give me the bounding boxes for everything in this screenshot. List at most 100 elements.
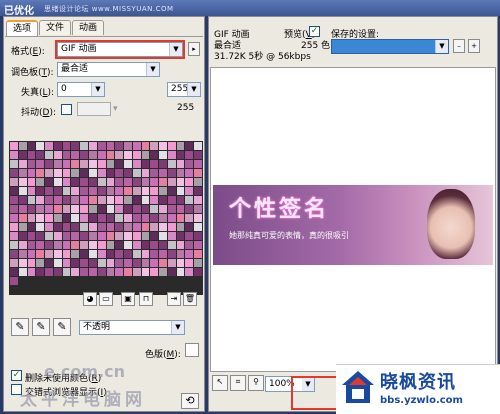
colors-count-dropdown[interactable]: 255 ▼ [167, 82, 201, 97]
palette-swatch[interactable] [159, 178, 167, 186]
palette-swatch[interactable] [53, 142, 62, 150]
palette-swatch[interactable] [115, 241, 124, 249]
palette-swatch[interactable] [141, 223, 150, 231]
palette-swatch[interactable] [45, 187, 53, 195]
palette-swatch[interactable] [167, 205, 176, 213]
palette-swatch[interactable] [62, 196, 71, 204]
palette-swatch[interactable] [36, 160, 45, 168]
palette-swatch[interactable] [10, 178, 18, 186]
palette-swatch[interactable] [150, 187, 159, 195]
palette-swatch[interactable] [10, 160, 18, 168]
palette-swatch[interactable] [71, 250, 80, 258]
palette-swatch[interactable] [53, 187, 62, 195]
palette-swatch[interactable] [80, 178, 88, 186]
palette-swatch[interactable] [167, 187, 176, 195]
palette-swatch[interactable] [132, 160, 141, 168]
palette-swatch[interactable] [185, 178, 194, 186]
palette-swatch[interactable] [132, 151, 141, 159]
palette-swatch[interactable] [97, 205, 106, 213]
palette-swatch[interactable] [106, 259, 115, 267]
palette-swatch[interactable] [45, 196, 53, 204]
palette-swatch[interactable] [185, 259, 194, 267]
zoom-icon[interactable]: ⚲ [248, 375, 264, 391]
palette-swatch[interactable] [10, 214, 18, 222]
palette-swatch[interactable] [106, 232, 115, 240]
palette-swatch[interactable] [185, 241, 194, 249]
palette-swatch[interactable] [80, 250, 88, 258]
palette-swatch[interactable] [167, 160, 176, 168]
palette-swatch[interactable] [159, 250, 167, 258]
palette-swatch[interactable] [115, 160, 124, 168]
palette-swatch[interactable] [176, 241, 185, 249]
palette-swatch[interactable] [88, 169, 97, 177]
palette-swatch[interactable] [62, 142, 71, 150]
palette-swatch[interactable] [159, 169, 167, 177]
color-palette-grid[interactable] [9, 141, 203, 295]
palette-swatch[interactable] [71, 187, 80, 195]
palette-swatch[interactable] [115, 214, 124, 222]
palette-swatch[interactable] [124, 241, 132, 249]
palette-swatch[interactable] [97, 142, 106, 150]
palette-swatch[interactable] [185, 268, 194, 276]
palette-swatch[interactable] [106, 250, 115, 258]
eyedropper-minus-icon[interactable]: ✎ [53, 318, 71, 336]
palette-swatch[interactable] [27, 187, 36, 195]
palette-swatch[interactable] [132, 169, 141, 177]
palette-swatch[interactable] [124, 259, 132, 267]
palette-swatch[interactable] [97, 196, 106, 204]
palette-swatch[interactable] [159, 232, 167, 240]
palette-swatch[interactable] [106, 241, 115, 249]
palette-swatch[interactable] [36, 196, 45, 204]
palette-swatch[interactable] [71, 169, 80, 177]
palette-swatch[interactable] [176, 196, 185, 204]
palette-swatch[interactable] [176, 259, 185, 267]
palette-swatch[interactable] [97, 169, 106, 177]
palette-swatch[interactable] [141, 268, 150, 276]
palette-swatch[interactable] [36, 223, 45, 231]
palette-swatch[interactable] [18, 151, 27, 159]
palette-swatch[interactable] [62, 214, 71, 222]
palette-swatch[interactable] [132, 232, 141, 240]
palette-swatch[interactable] [115, 178, 124, 186]
palette-swatch[interactable] [124, 232, 132, 240]
palette-swatch[interactable] [176, 178, 185, 186]
palette-swatch[interactable] [45, 250, 53, 258]
dither-checkbox[interactable] [61, 104, 72, 115]
palette-swatch[interactable] [150, 196, 159, 204]
palette-swatch[interactable] [45, 160, 53, 168]
palette-swatch[interactable] [88, 151, 97, 159]
palette-swatch[interactable] [88, 178, 97, 186]
palette-swatch[interactable] [62, 232, 71, 240]
palette-swatch[interactable] [18, 178, 27, 186]
palette-swatch[interactable] [185, 196, 194, 204]
palette-swatch[interactable] [71, 241, 80, 249]
palette-swatch[interactable] [80, 187, 88, 195]
transparency-dropdown[interactable]: 不透明 ▼ [79, 320, 185, 335]
palette-swatch[interactable] [176, 142, 185, 150]
palette-swatch[interactable] [194, 223, 202, 231]
palette-swatch[interactable] [150, 205, 159, 213]
palette-swatch[interactable] [194, 250, 202, 258]
palette-swatch[interactable] [80, 277, 88, 285]
palette-swatch[interactable] [185, 205, 194, 213]
palette-swatch[interactable] [132, 268, 141, 276]
palette-swatch[interactable] [141, 178, 150, 186]
palette-swatch[interactable] [106, 160, 115, 168]
matte-color-button[interactable] [185, 343, 199, 357]
palette-swatch[interactable] [53, 178, 62, 186]
palette-swatch[interactable] [194, 277, 202, 285]
palette-swatch[interactable] [124, 178, 132, 186]
palette-swatch[interactable] [150, 250, 159, 258]
palette-swatch[interactable] [159, 214, 167, 222]
palette-swatch[interactable] [10, 223, 18, 231]
palette-swatch[interactable] [185, 250, 194, 258]
palette-swatch[interactable] [141, 169, 150, 177]
palette-swatch[interactable] [27, 286, 36, 294]
palette-swatch[interactable] [167, 232, 176, 240]
palette-dropdown[interactable]: 最合适 ▼ [57, 62, 160, 77]
palette-swatch[interactable] [71, 268, 80, 276]
palette-swatch[interactable] [36, 151, 45, 159]
palette-swatch[interactable] [141, 277, 150, 285]
palette-swatch[interactable] [167, 223, 176, 231]
palette-swatch[interactable] [10, 232, 18, 240]
